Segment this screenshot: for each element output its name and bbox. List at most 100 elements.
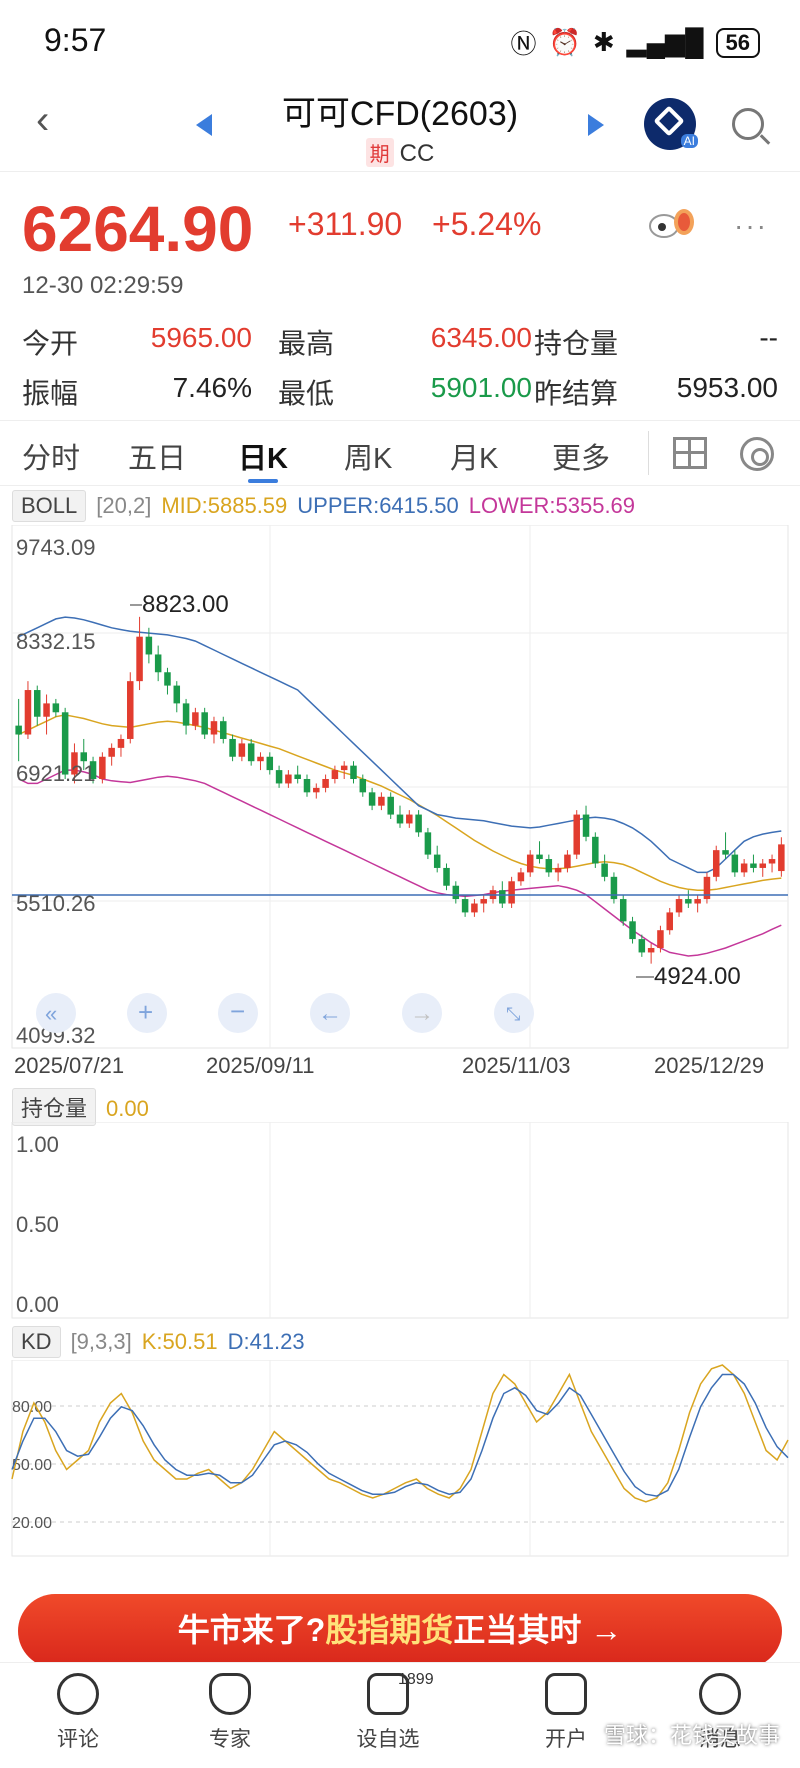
candle	[136, 616, 143, 691]
tab-weekly-k[interactable]: 周K	[344, 435, 392, 477]
boll-upper: UPPER:6415.50	[297, 493, 459, 518]
kd-k-value: K:50.51	[141, 1329, 218, 1354]
settings-icon[interactable]	[740, 437, 774, 471]
candle	[108, 743, 115, 766]
kd-d-value: D:41.23	[227, 1329, 305, 1354]
candle	[610, 872, 618, 904]
kd-indicator-select[interactable]: KD	[12, 1326, 61, 1358]
candle	[508, 876, 515, 908]
status-time: 9:57	[44, 22, 107, 58]
oi-panel-value: 0.00	[106, 1096, 149, 1121]
weibo-share-icon[interactable]	[648, 206, 696, 240]
candle	[424, 827, 432, 860]
price-change-pct: +5.24%	[432, 206, 542, 242]
expert-icon	[209, 1673, 251, 1715]
candle	[461, 894, 469, 917]
candle	[117, 734, 125, 757]
candle	[43, 694, 50, 735]
svg-text:→: →	[410, 1000, 434, 1027]
candle	[433, 845, 441, 873]
candle	[666, 907, 673, 935]
kline-chart[interactable]: 9743.09 8332.15 6921.21 5510.26 4099.32 …	[0, 525, 800, 1085]
candle	[99, 752, 106, 784]
candle	[545, 854, 553, 877]
oi-header: 持仓量 0.00	[12, 1088, 159, 1126]
more-icon[interactable]: ···	[734, 210, 768, 242]
oi-y-top: 1.00	[16, 1132, 59, 1157]
watermark: 雪球：花钱买故事	[603, 1723, 780, 1748]
nav-expert[interactable]: 专家	[170, 1673, 290, 1753]
tab-more[interactable]: 更多	[552, 435, 610, 477]
oi-label: 持仓量	[534, 328, 619, 359]
candle	[759, 859, 767, 877]
candle	[712, 845, 720, 882]
nav-comment[interactable]: 评论	[18, 1673, 138, 1753]
high-label: 最高	[278, 328, 335, 359]
active-tab-indicator	[248, 479, 278, 483]
candle	[768, 854, 776, 873]
arrow-right-icon: →	[590, 1612, 623, 1648]
quote-timestamp: 12-30 02:29:59	[22, 272, 184, 299]
bluetooth-icon: ✱	[592, 27, 615, 57]
candle	[740, 859, 748, 877]
tab-intraday[interactable]: 分时	[22, 435, 80, 477]
y-label-3: 6921.21	[16, 761, 96, 786]
code-text: CC	[399, 140, 435, 167]
oi-indicator-select[interactable]: 持仓量	[12, 1088, 97, 1126]
tab-daily-k[interactable]: 日K	[238, 435, 288, 477]
kd-chart[interactable]: 80.00 50.00 20.00	[0, 1360, 800, 1560]
candle	[182, 698, 190, 735]
candle	[471, 899, 478, 917]
candle	[340, 761, 348, 779]
kd-header: KD [9,3,3] K:50.51 D:41.23	[12, 1326, 315, 1358]
svg-text:−: −	[230, 996, 245, 1026]
amplitude-label: 振幅	[22, 378, 79, 409]
period-tabs: 分时 五日 日K 周K 月K 更多	[0, 420, 800, 486]
promo-banner[interactable]: 牛市来了?股指期货正当其时 →	[18, 1594, 782, 1668]
candle	[201, 707, 208, 739]
x-label-4: 2025/12/29	[654, 1053, 764, 1078]
candle	[694, 894, 701, 913]
boll-header: BOLL [20,2] MID:5885.59 UPPER:6415.50 LOWER:…	[12, 490, 635, 522]
ai-assistant-icon[interactable]: AI	[644, 98, 698, 150]
candle	[629, 916, 636, 944]
search-icon[interactable]	[732, 108, 764, 140]
svg-text:⤡: ⤡	[506, 1004, 520, 1024]
nav-watchlist[interactable]: 1899 设自选	[328, 1671, 448, 1753]
candle	[210, 716, 218, 744]
candle	[592, 832, 599, 868]
tab-five-day[interactable]: 五日	[128, 435, 186, 477]
y-label-top: 9743.09	[16, 535, 96, 560]
candle	[703, 872, 711, 904]
boll-upper-line	[18, 616, 782, 874]
candle	[173, 681, 181, 713]
candle	[52, 698, 60, 717]
layout-grid-icon[interactable]	[673, 437, 707, 469]
open-label: 今开	[22, 328, 79, 359]
message-icon	[699, 1673, 741, 1715]
next-instrument-icon[interactable]	[588, 114, 604, 136]
banner-highlight: 股指期货	[325, 1612, 454, 1648]
kd-params: [9,3,3]	[70, 1329, 132, 1354]
y-label-4: 5510.26	[16, 891, 96, 916]
svg-text:←: ←	[318, 1000, 342, 1027]
boll-indicator-select[interactable]: BOLL	[12, 490, 87, 522]
candle	[331, 765, 339, 784]
tab-monthly-k[interactable]: 月K	[450, 435, 498, 477]
candle	[285, 770, 292, 788]
oi-y-bottom: 0.00	[16, 1292, 59, 1317]
candle	[750, 854, 757, 873]
kd-k-line	[11, 1364, 789, 1503]
candle	[731, 850, 739, 877]
candle	[675, 894, 683, 917]
open-interest-panel: 1.00 0.50 0.00	[11, 1122, 789, 1319]
price-change: +311.90	[288, 206, 403, 242]
prev-settle-value: 5953.00	[676, 372, 778, 403]
boll-params: [20,2]	[96, 493, 152, 518]
chart-icon	[545, 1673, 587, 1715]
candle	[350, 761, 357, 784]
high-mark-label: 8823.00	[142, 591, 229, 618]
candle	[368, 787, 376, 811]
candle	[396, 805, 404, 828]
y-label-2: 8332.15	[16, 629, 96, 654]
